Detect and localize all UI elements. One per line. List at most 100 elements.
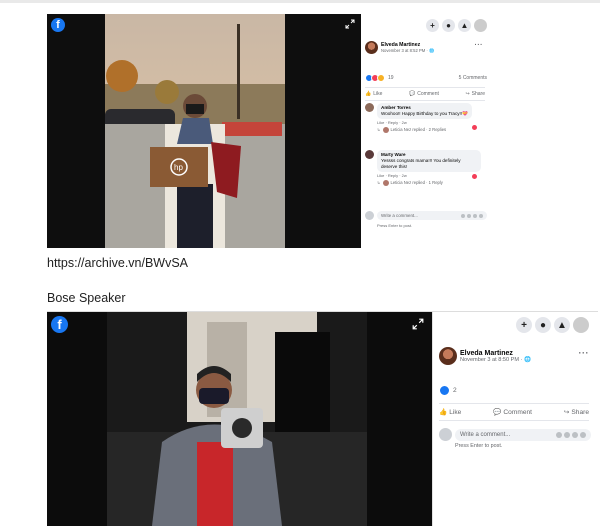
post-photo[interactable]: hp f: [47, 14, 361, 248]
share-icon: ↪: [465, 91, 470, 97]
camera-icon[interactable]: [564, 431, 570, 438]
current-user-avatar[interactable]: [439, 428, 452, 441]
plus-icon[interactable]: +: [426, 19, 439, 32]
more-options-icon[interactable]: ···: [475, 42, 484, 49]
gif-icon[interactable]: [473, 213, 477, 218]
svg-text:hp: hp: [174, 163, 183, 172]
comment-tool-icons: [556, 431, 586, 438]
expand-icon[interactable]: [412, 318, 424, 330]
profile-avatar[interactable]: [573, 317, 589, 333]
post-actions: 👍 Like 💬 Comment ↪ Share: [439, 403, 589, 421]
comment-text: Yessss congrats mama!!! You definitely d…: [381, 157, 461, 169]
bell-icon[interactable]: ▲: [458, 19, 471, 32]
like-label: Like: [449, 408, 462, 416]
thumbs-up-icon: 👍: [439, 409, 448, 416]
reaction-count: 2: [453, 387, 457, 394]
gif-icon[interactable]: [572, 431, 578, 438]
facebook-post-laptop: hp f + ● ▲ Elveda Martinez November 3 at…: [47, 14, 491, 248]
post-photo[interactable]: f: [47, 312, 432, 526]
photo-woman-with-speaker: [47, 312, 432, 526]
comment-bubble: Amber Torres Woohoo!! Happy Birthday to …: [377, 103, 472, 119]
write-comment-row: Write a comment...: [439, 428, 591, 441]
top-divider: [0, 0, 600, 3]
comment-label: Comment: [503, 408, 532, 416]
comment-placeholder: Write a comment...: [460, 431, 511, 438]
photo-woman-with-laptop: hp: [47, 14, 361, 248]
profile-avatar[interactable]: [474, 19, 487, 32]
expand-icon[interactable]: [345, 19, 355, 29]
press-enter-hint: Press Enter to post.: [455, 443, 503, 449]
like-button[interactable]: 👍 Like: [365, 91, 382, 97]
share-button[interactable]: ↪ Share: [563, 408, 589, 417]
author-avatar[interactable]: [439, 347, 457, 365]
post-date[interactable]: November 3 at 8:52 PM · 🌐: [381, 48, 434, 54]
share-icon: ↪: [563, 409, 570, 416]
more-options-icon[interactable]: ···: [579, 348, 590, 358]
reply-arrow-icon: ↳: [377, 127, 381, 133]
archive-link[interactable]: https://archive.vn/BWvSA: [47, 256, 188, 270]
emoji-icon[interactable]: [461, 213, 465, 218]
share-label: Share: [571, 408, 589, 416]
comment-input[interactable]: Write a comment...: [455, 428, 591, 441]
like-button[interactable]: 👍 Like: [439, 408, 462, 417]
section-heading: Bose Speaker: [47, 291, 126, 305]
replier-avatar: [382, 126, 389, 133]
header-icons: + ● ▲: [516, 317, 589, 333]
author-name[interactable]: Elveda Martinez: [460, 350, 531, 357]
facebook-post-speaker: f + ● ▲ Elveda Martinez November 3 at 8:…: [47, 311, 598, 526]
author-avatar[interactable]: [365, 41, 378, 54]
emoji-icon[interactable]: [556, 431, 562, 438]
comment-input[interactable]: Write a comment...: [377, 211, 487, 220]
facebook-icon: f: [51, 18, 65, 32]
comment-actions[interactable]: Like · Reply · 2w: [377, 120, 489, 125]
reply-arrow-icon: ↳: [377, 180, 381, 186]
comment-count[interactable]: 5 Comments: [459, 75, 487, 81]
comment-button[interactable]: 💬 Comment: [409, 91, 439, 97]
comment-text: Woohoo!! Happy Birthday to you Tracy!!💝: [381, 110, 468, 116]
comment-tool-icons: [461, 213, 483, 218]
comment-button[interactable]: 💬 Comment: [493, 408, 532, 417]
comment-item: Marty Ware Yessss congrats mama!!! You d…: [365, 150, 489, 186]
replier-avatar: [382, 179, 389, 186]
current-user-avatar[interactable]: [365, 211, 374, 220]
comment-item: Amber Torres Woohoo!! Happy Birthday to …: [365, 103, 489, 133]
replies-label: Leticia Nez replied · 1 Reply: [390, 180, 443, 186]
commenter-avatar[interactable]: [365, 103, 374, 112]
plus-icon[interactable]: +: [516, 317, 532, 333]
thumbs-up-icon: 👍: [365, 91, 372, 97]
comment-icon: 💬: [493, 409, 502, 416]
replies-link[interactable]: ↳ Leticia Nez replied · 1 Reply: [377, 179, 489, 186]
haha-reaction-icon: [377, 74, 385, 82]
write-comment-row: Write a comment...: [365, 211, 487, 220]
comment-placeholder: Write a comment...: [381, 213, 418, 218]
bell-icon[interactable]: ▲: [554, 317, 570, 333]
share-button[interactable]: ↪ Share: [465, 91, 485, 97]
comment-icon: 💬: [408, 91, 416, 97]
post-side-panel: + ● ▲ Elveda Martinez November 3 at 8:52…: [361, 14, 491, 248]
messenger-icon[interactable]: ●: [442, 19, 455, 32]
camera-icon[interactable]: [467, 213, 471, 218]
comment-label: Comment: [417, 91, 439, 97]
sticker-icon[interactable]: [479, 213, 483, 218]
reactions-row[interactable]: 19 5 Comments: [365, 74, 487, 82]
press-enter-hint: Press Enter to post.: [377, 223, 413, 228]
commenter-avatar[interactable]: [365, 150, 374, 159]
like-label: Like: [373, 91, 383, 97]
like-reaction-icon: [439, 385, 450, 396]
love-reaction-icon: [472, 174, 477, 179]
author-row: Elveda Martinez November 3 at 8:50 PM · …: [439, 347, 531, 365]
love-reaction-icon: [472, 125, 477, 130]
share-label: Share: [471, 91, 485, 97]
post-actions: 👍 Like 💬 Comment ↪ Share: [365, 87, 485, 101]
facebook-icon: f: [51, 316, 68, 333]
author-row: Elveda Martinez November 3 at 8:52 PM · …: [365, 41, 434, 54]
post-date[interactable]: November 3 at 8:50 PM · 🌐: [460, 357, 531, 363]
reactions-row[interactable]: 2: [439, 385, 457, 396]
sticker-icon[interactable]: [580, 431, 586, 438]
replies-label: Leticia Nez replied · 2 Replies: [390, 127, 447, 133]
messenger-icon[interactable]: ●: [535, 317, 551, 333]
header-icons: + ● ▲: [426, 19, 487, 32]
post-side-panel: + ● ▲ Elveda Martinez November 3 at 8:50…: [432, 312, 598, 526]
comment-bubble: Marty Ware Yessss congrats mama!!! You d…: [377, 150, 481, 172]
reaction-count: 19: [388, 75, 394, 81]
